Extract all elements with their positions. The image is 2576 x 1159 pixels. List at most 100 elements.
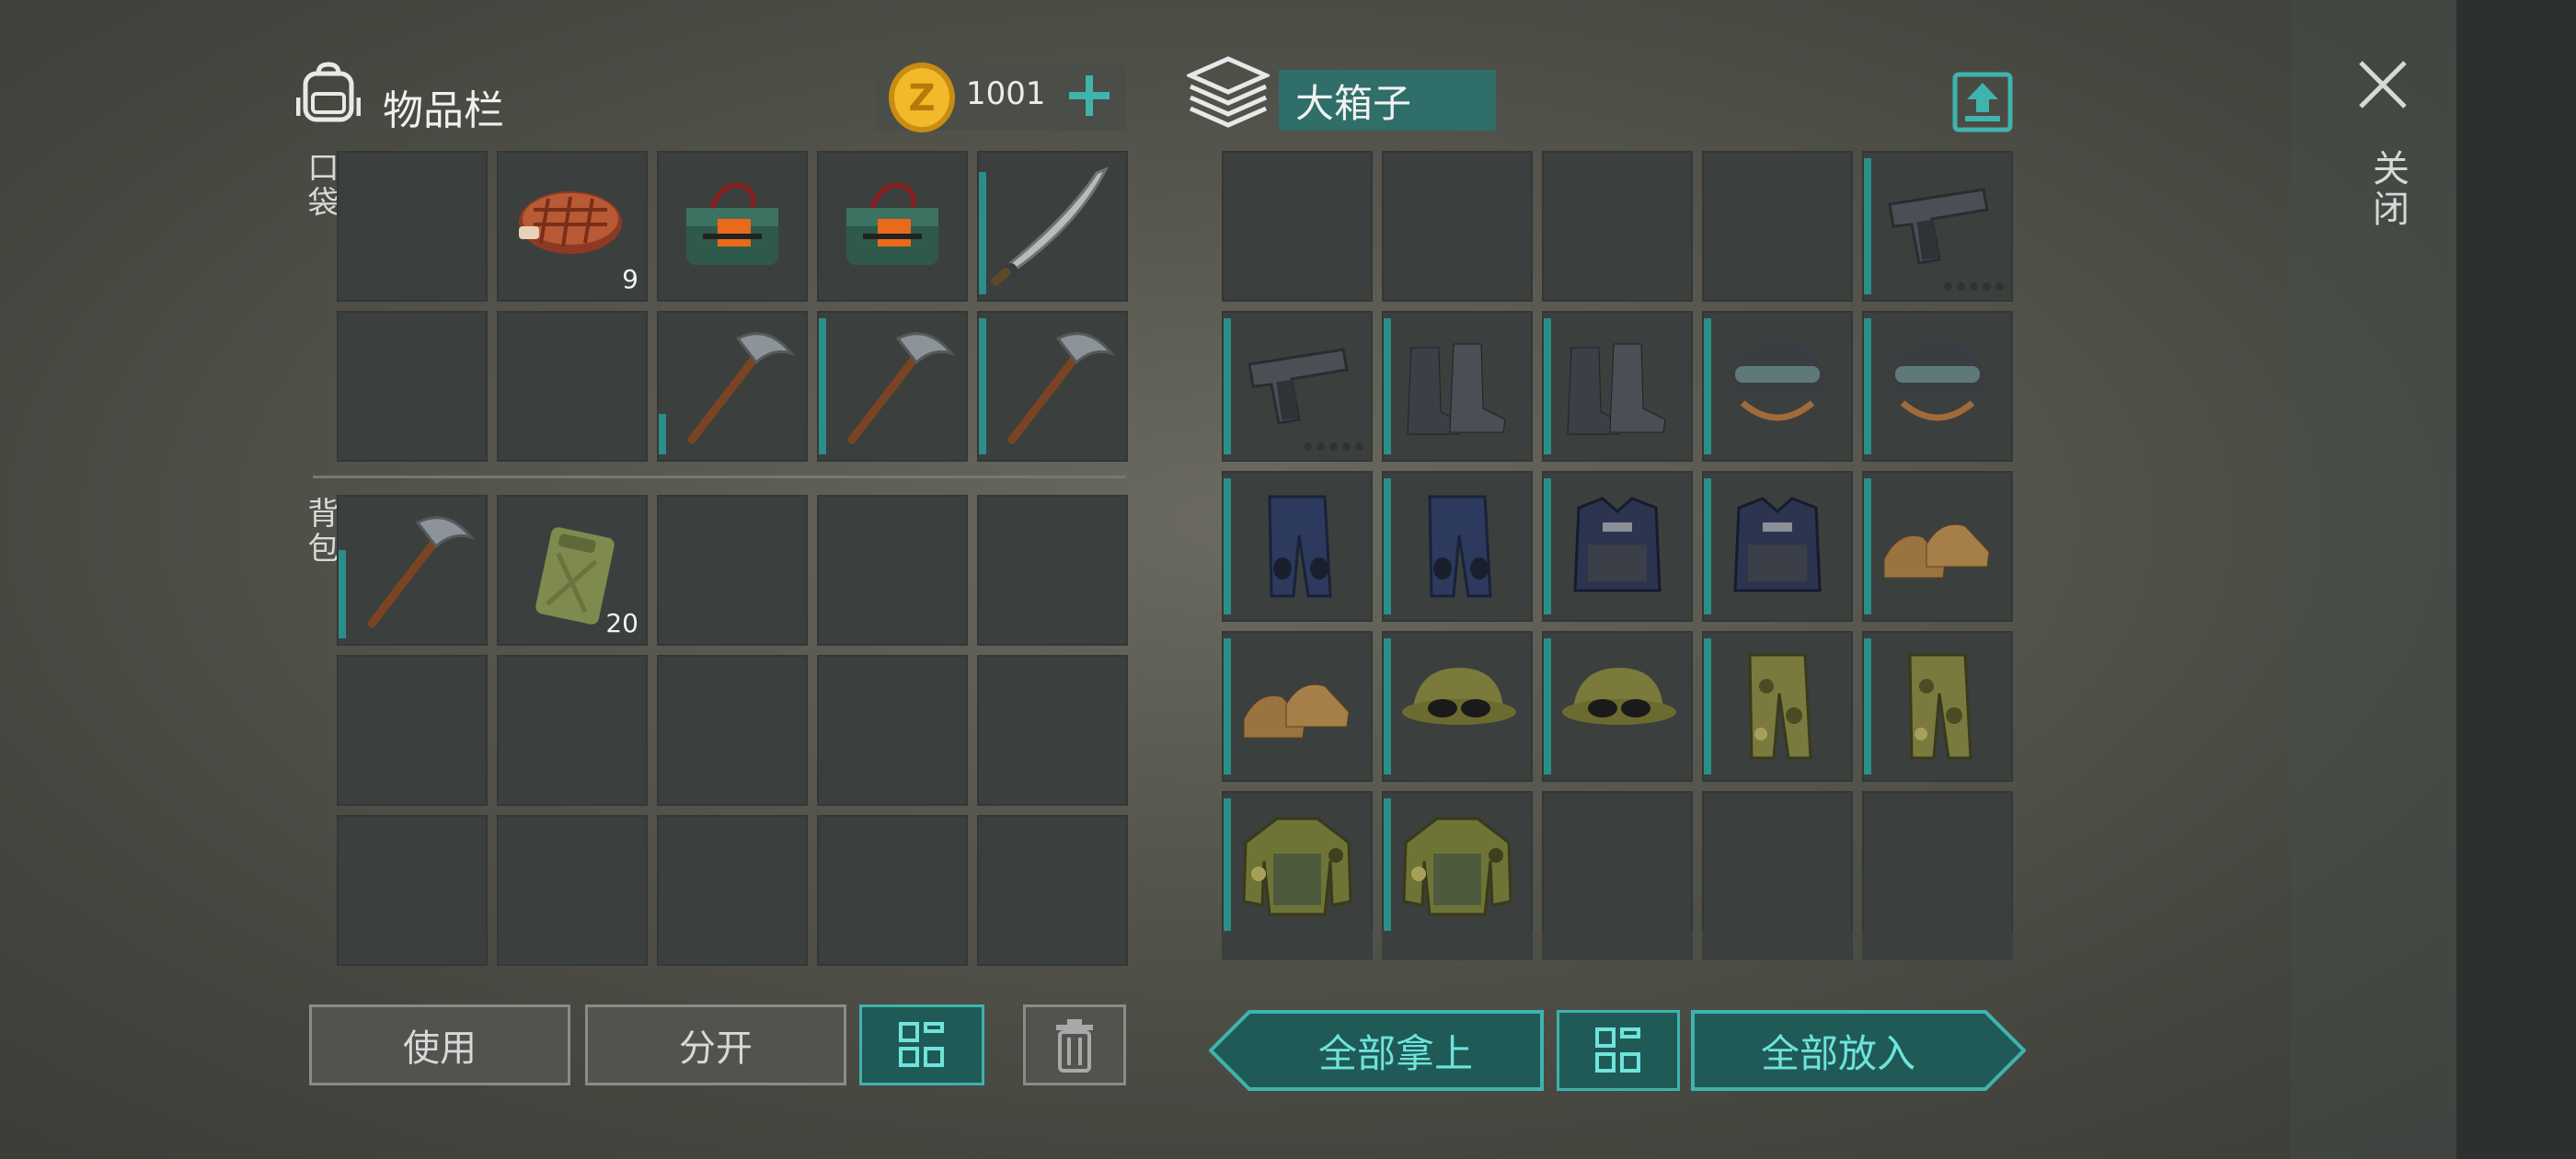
ammo-pip <box>1957 282 1965 291</box>
empty-slot[interactable] <box>337 151 488 302</box>
slot-camo-jacket[interactable] <box>1222 791 1373 942</box>
sort-inventory-button[interactable] <box>859 1004 984 1085</box>
empty-slot[interactable] <box>1862 791 2013 942</box>
durability-bar <box>1384 478 1391 614</box>
use-button[interactable]: 使用 <box>309 1004 570 1085</box>
empty-slot[interactable] <box>657 655 808 806</box>
close-button[interactable] <box>2355 57 2410 112</box>
slot-shoes[interactable] <box>1222 631 1373 782</box>
empty-slot[interactable] <box>1542 791 1693 942</box>
empty-slot[interactable] <box>817 495 968 646</box>
slot-camo-cap[interactable] <box>1542 631 1693 782</box>
ammo-pip <box>1983 282 1991 291</box>
pickaxe-icon <box>687 332 796 444</box>
pickaxe-icon <box>367 516 476 628</box>
ammo-pip <box>1355 442 1363 451</box>
slot-police-pants[interactable] <box>1382 471 1533 622</box>
coin-icon: Z <box>889 63 955 132</box>
inventory-title: 物品栏 <box>383 87 504 134</box>
item-count: 9 <box>622 264 638 294</box>
slot-police-vest[interactable] <box>1702 471 1853 622</box>
slot-helmet[interactable] <box>1862 311 2013 462</box>
durability-bar <box>1864 318 1871 454</box>
box-icon <box>1187 56 1270 128</box>
upload-icon <box>1952 72 2013 132</box>
empty-slot[interactable] <box>497 815 648 966</box>
empty-slot[interactable] <box>1702 791 1853 942</box>
slot-camo-jacket[interactable] <box>1382 791 1533 942</box>
police-vest-icon <box>1573 497 1662 592</box>
empty-slot[interactable] <box>817 655 968 806</box>
slot-police-vest[interactable] <box>1542 471 1693 622</box>
camo-cap-icon <box>1402 668 1516 725</box>
durability-bar <box>1704 638 1711 775</box>
durability-bar <box>1224 798 1231 935</box>
slot-shoes[interactable] <box>1862 471 2013 622</box>
slot-pickaxe[interactable] <box>657 311 808 462</box>
camo-pants-icon <box>1908 653 1972 760</box>
container-grid-overflow[interactable] <box>1222 931 2013 960</box>
slot-pistol[interactable] <box>1862 151 2013 302</box>
slot-machete[interactable] <box>977 151 1128 302</box>
empty-slot[interactable] <box>657 495 808 646</box>
empty-slot[interactable] <box>1542 151 1693 302</box>
slot-pickaxe[interactable] <box>977 311 1128 462</box>
slot-boots[interactable] <box>1542 311 1693 462</box>
police-pants-icon <box>1428 495 1492 598</box>
durability-bar <box>1224 638 1231 775</box>
slot-steak[interactable]: 9 <box>497 151 648 302</box>
pickaxe-icon <box>847 332 956 444</box>
backpack-icon <box>296 62 361 122</box>
empty-slot[interactable] <box>337 815 488 966</box>
slot-pickaxe[interactable] <box>337 495 488 646</box>
sort-container-button[interactable] <box>1557 1010 1680 1091</box>
coin-count: 1001 <box>966 75 1046 112</box>
shoes-icon <box>1883 523 1990 579</box>
empty-slot[interactable] <box>337 655 488 806</box>
ammo-pip <box>1342 442 1351 451</box>
ammo-pip <box>1970 282 1978 291</box>
container-grid <box>1222 151 2013 942</box>
police-vest-icon <box>1733 497 1822 592</box>
empty-slot[interactable] <box>657 815 808 966</box>
durability-bar <box>1864 478 1871 614</box>
empty-slot[interactable] <box>1382 151 1533 302</box>
empty-slot[interactable] <box>497 311 648 462</box>
explosive-charge-icon <box>686 183 778 265</box>
take-all-button[interactable]: 全部拿上 <box>1209 1010 1544 1091</box>
slot-camo-cap[interactable] <box>1382 631 1533 782</box>
trash-button[interactable] <box>1023 1004 1126 1085</box>
slot-police-pants[interactable] <box>1222 471 1373 622</box>
durability-bar <box>1384 798 1391 935</box>
empty-slot[interactable] <box>497 655 648 806</box>
ammo-pip <box>1329 442 1338 451</box>
slot-jerrycan[interactable]: 20 <box>497 495 648 646</box>
pickaxe-icon <box>1007 332 1116 444</box>
ammo-pips <box>1944 282 2004 291</box>
empty-slot[interactable] <box>817 815 968 966</box>
empty-slot[interactable] <box>1222 151 1373 302</box>
empty-slot[interactable] <box>337 311 488 462</box>
empty-slot[interactable] <box>977 495 1128 646</box>
ammo-pip <box>1995 282 2004 291</box>
slot-camo-pants[interactable] <box>1702 631 1853 782</box>
slot-pickaxe[interactable] <box>817 311 968 462</box>
transfer-up-button[interactable] <box>1952 72 2013 132</box>
slot-camo-pants[interactable] <box>1862 631 2013 782</box>
slot-helmet[interactable] <box>1702 311 1853 462</box>
put-all-button[interactable]: 全部放入 <box>1691 1010 2026 1091</box>
split-button[interactable]: 分开 <box>585 1004 846 1085</box>
add-coins-button[interactable] <box>1065 72 1113 120</box>
pistol-icon <box>1888 188 1989 265</box>
durability-bar <box>1704 478 1711 614</box>
slot-explosive-charge[interactable] <box>657 151 808 302</box>
slot-pistol[interactable] <box>1222 311 1373 462</box>
empty-slot[interactable] <box>977 815 1128 966</box>
durability-bar <box>1384 638 1391 775</box>
empty-slot[interactable] <box>977 655 1128 806</box>
empty-slot[interactable] <box>1702 151 1853 302</box>
slot-explosive-charge[interactable] <box>817 151 968 302</box>
slot-boots[interactable] <box>1382 311 1533 462</box>
durability-bar <box>979 172 986 294</box>
backpack-grid: 20 <box>337 495 1128 966</box>
